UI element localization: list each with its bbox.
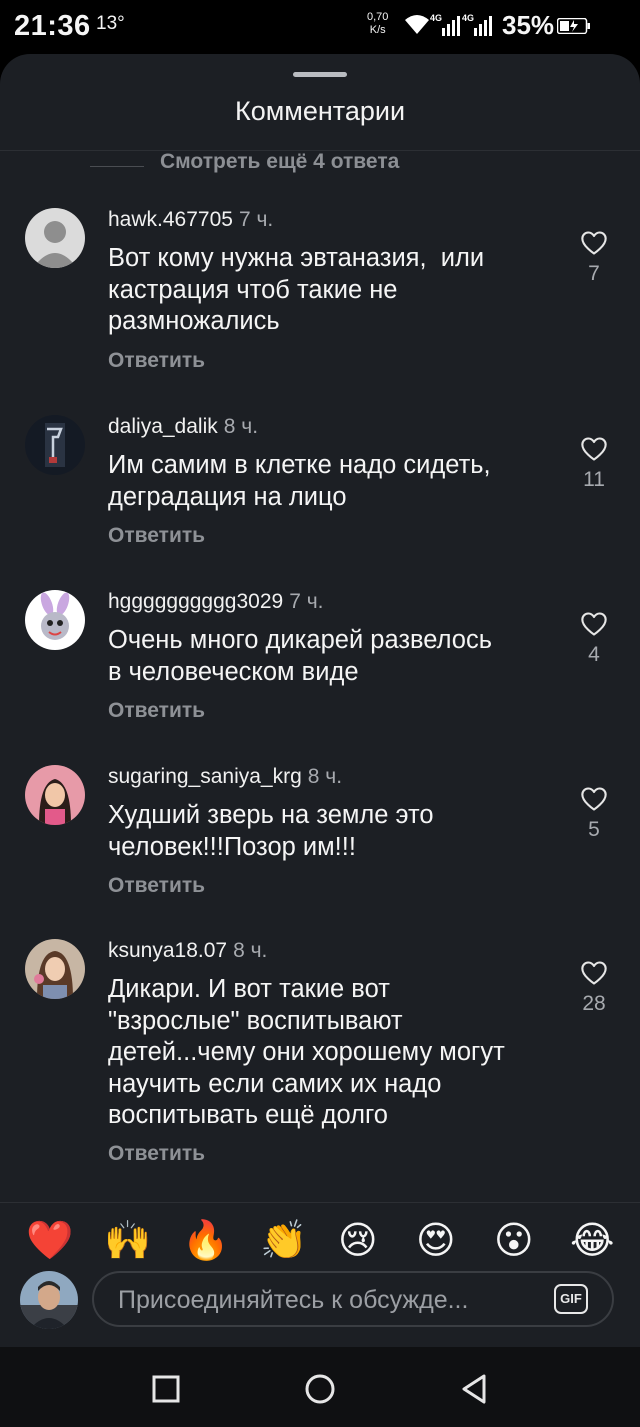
avatar[interactable] [20,1271,78,1329]
signal-icon: 4G [462,13,492,36]
comment-item: hgggggggggg3029 7 ч. Очень много дикарей … [0,590,640,740]
divider [90,166,144,167]
avatar[interactable] [25,939,85,999]
comment-author[interactable]: sugaring_saniya_krg 8 ч. [108,765,342,789]
recent-apps-icon[interactable] [148,1371,184,1407]
like-button[interactable]: 4 [574,611,614,667]
comment-item: ksunya18.07 8 ч. Дикари. И вот такие вот … [0,939,640,1179]
heart-icon[interactable] [580,960,608,986]
crying-face-emoji[interactable]: 😢 [338,1217,378,1263]
raising-hands-emoji[interactable]: 🙌 [104,1217,151,1263]
comment-text: Им самим в клетке надо сидеть, деградаци… [108,451,491,511]
like-count: 28 [582,992,606,1015]
comment-text: Дикари. И вот такие вот "взрослые" воспи… [108,975,505,1129]
comment-item: sugaring_saniya_krg 8 ч. Худший зверь на … [0,765,640,915]
heart-icon[interactable] [580,611,608,637]
comment-time: 8 ч. [223,415,259,438]
sheet-title: Комментарии [234,96,406,126]
red-heart-emoji[interactable]: ❤️ [26,1217,73,1263]
comment-input[interactable] [116,1273,530,1327]
view-more-label[interactable]: Смотреть ещё 4 ответа [160,150,399,174]
tears-of-joy-emoji[interactable]: 😂 [570,1217,614,1263]
comment-time: 7 ч. [289,590,324,613]
battery-percent: 35% [502,10,555,40]
comment-author[interactable]: daliya_dalik 8 ч. [108,415,258,439]
navigation-bar [0,1347,640,1427]
status-bar: 21:36 13° 0,70 K/s 4G 4G 35% [0,0,640,52]
comment-time: 7 ч. [238,208,274,231]
comment-text: Худший зверь на земле это человек!!!Позо… [108,801,434,861]
heart-eyes-emoji[interactable]: 😍 [416,1217,456,1263]
comment-author[interactable]: hgggggggggg3029 7 ч. [108,590,324,614]
wifi-icon [405,15,429,34]
back-icon[interactable] [456,1371,492,1407]
comment-author[interactable]: hawk.467705 7 ч. [108,208,273,232]
like-count: 11 [583,468,605,491]
signal-icon: 4G [430,13,460,36]
gif-button[interactable]: GIF [554,1284,588,1314]
comment-time: 8 ч. [307,765,343,788]
comment-time: 8 ч. [233,939,268,962]
comment-item: daliya_dalik 8 ч. Им самим в клетке надо … [0,415,640,565]
heart-icon[interactable] [580,230,608,256]
like-button[interactable]: 7 [574,230,614,286]
battery-icon [557,18,590,34]
comment-text: Вот кому нужна эвтаназия, или кастрация … [108,244,485,335]
clock: 21:36 [14,10,91,42]
avatar[interactable] [25,415,85,475]
reply-button[interactable]: Ответить [108,874,205,898]
comment-author[interactable]: ksunya18.07 8 ч. [108,939,267,963]
clapping-hands-emoji[interactable]: 👏 [260,1217,307,1263]
heart-icon[interactable] [580,786,608,812]
like-button[interactable]: 28 [574,960,614,1016]
fire-emoji[interactable]: 🔥 [182,1217,229,1263]
reply-button[interactable]: Ответить [108,524,205,548]
avatar[interactable] [25,590,85,650]
network-speed: 0,70 K/s [367,11,389,36]
reply-button[interactable]: Ответить [108,699,205,723]
emoji-reaction-bar: ❤️ 🙌 🔥 👏 😢 😍 😮 😂 [0,1217,640,1267]
avatar[interactable] [25,765,85,825]
surprised-face-emoji[interactable]: 😮 [494,1217,534,1263]
reply-button[interactable]: Ответить [108,349,205,373]
like-count: 4 [588,643,600,666]
drag-handle[interactable] [293,72,347,77]
comment-item: hawk.467705 7 ч. Вот кому нужна эвтаназия… [0,208,640,388]
like-button[interactable]: 11 [574,436,614,492]
view-more-replies[interactable]: Смотреть ещё 4 ответа [0,150,640,186]
like-count: 7 [588,262,600,285]
divider [0,1202,640,1203]
comment-composer: GIF [0,1269,640,1339]
comment-input-box[interactable]: GIF [92,1271,614,1327]
reply-button[interactable]: Ответить [108,1142,205,1166]
home-icon[interactable] [302,1371,338,1407]
comments-sheet: Комментарии Смотреть ещё 4 ответа hawk.4… [0,54,640,1347]
comment-text: Очень много дикарей развелось в человече… [108,626,493,686]
heart-icon[interactable] [580,436,608,462]
avatar[interactable] [25,208,85,268]
svg-text:4G: 4G [462,13,474,23]
temperature: 13° [96,13,125,34]
like-button[interactable]: 5 [574,786,614,842]
svg-text:4G: 4G [430,13,442,23]
like-count: 5 [588,818,600,841]
